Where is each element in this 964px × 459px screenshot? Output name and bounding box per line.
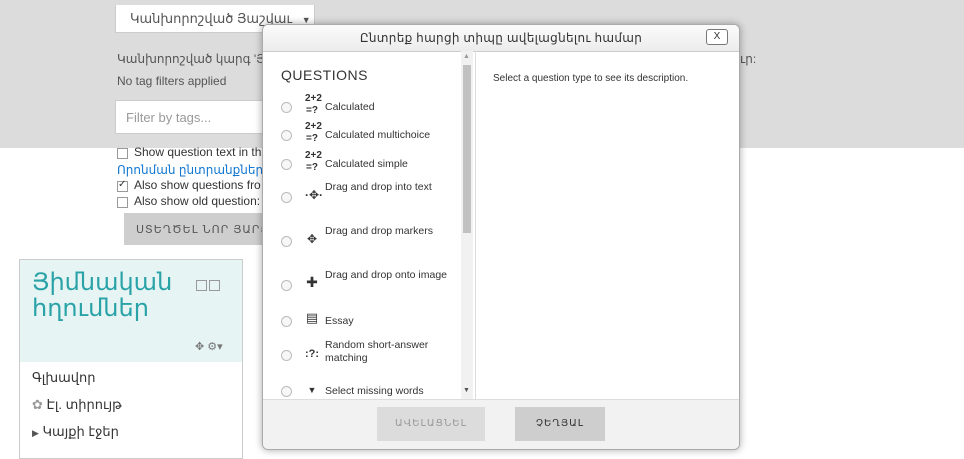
label-calculated: Calculated — [325, 101, 375, 113]
nav-item-home[interactable]: Գլխավոր — [32, 370, 95, 386]
nav-item-mail[interactable]: ✿ Էլ. տիրույթ — [32, 397, 122, 413]
nav-item-site-pages[interactable]: ▶ Կայքի էջեր — [32, 424, 119, 440]
question-list-scrollbar[interactable]: ▲ ▼ — [461, 51, 473, 399]
question-type-ddwtos[interactable]: ·✥· Drag and drop into text — [263, 177, 461, 217]
scroll-up-icon[interactable]: ▲ — [463, 53, 470, 60]
radio-essay[interactable] — [281, 316, 292, 327]
question-type-dialog: Ընտրեք հարցի տիպը ավելացնելու համար X QU… — [262, 24, 740, 450]
triangle-right-icon: ▶ — [32, 428, 39, 438]
also-show-old-checkbox[interactable] — [117, 197, 128, 208]
drag-drop-image-icon: ✚ — [306, 274, 318, 290]
label-calculated-multichoice: Calculated multichoice — [325, 129, 431, 141]
question-type-list: QUESTIONS 2+2 =? Calculated 2+2 =? Calcula… — [263, 51, 476, 399]
calculated-multichoice-icon: 2+2 =? — [305, 121, 322, 144]
tag-filter-status: No tag filters applied — [117, 74, 227, 88]
block-title: Յիմնական հղումներ — [32, 269, 173, 322]
questions-heading: QUESTIONS — [281, 67, 368, 83]
radio-calculated-simple[interactable] — [281, 159, 292, 170]
puzzle-icon: ✿ — [32, 397, 43, 412]
also-show-from-checkbox[interactable] — [117, 179, 128, 192]
label-essay: Essay — [325, 315, 354, 327]
nav-item-mail-label: Էլ. տիրույթ — [46, 397, 122, 412]
dialog-title: Ընտրեք հարցի տիպը ավելացնելու համար — [359, 31, 643, 45]
category-note: Կանխորոշված կարգ 'Յա — [117, 52, 277, 66]
search-options-link[interactable]: Որոնման ընտրանքներ ▾ — [117, 163, 272, 177]
question-type-calculated-multichoice[interactable]: 2+2 =? Calculated multichoice — [263, 121, 461, 147]
essay-icon: ▤ — [305, 310, 319, 325]
question-type-gapselect[interactable]: ▼ Select missing words — [263, 379, 461, 399]
drag-drop-text-icon: ·✥· — [305, 188, 324, 202]
question-type-randomsamatch[interactable]: :?: Random short-answer matching — [263, 335, 461, 375]
question-type-essay[interactable]: ▤ Essay — [263, 309, 461, 333]
calculated-icon: 2+2 =? — [305, 93, 322, 116]
also-show-from-label: Also show questions fro — [134, 178, 261, 192]
cancel-button[interactable]: ՉԵՂՅԱԼ — [515, 407, 605, 441]
close-button[interactable]: X — [706, 29, 728, 45]
right-fragment: ւր: — [740, 52, 757, 66]
label-calculated-simple: Calculated simple — [325, 158, 408, 170]
navigation-block: Յիմնական հղումներ ✥ ⚙▾ Գլխավոր ✿ Էլ. տիր… — [19, 259, 243, 459]
label-gapselect: Select missing words — [325, 385, 424, 397]
drag-drop-markers-icon: ✥ — [306, 232, 318, 246]
tag-filter-placeholder: Filter by tags... — [126, 110, 212, 125]
radio-ddimageortext[interactable] — [281, 280, 292, 291]
nav-item-site-pages-label: Կայքի էջեր — [42, 424, 119, 439]
create-question-button[interactable]: ՍՏԵՂԾԵԼ ՆՈՐ ՅԱՐՑ . — [124, 213, 277, 245]
also-show-old-label: Also show old question: — [134, 194, 261, 208]
block-controls — [196, 280, 222, 294]
random-matching-icon: :?: — [305, 348, 320, 360]
select-missing-words-icon: ▼ — [307, 385, 317, 395]
scroll-down-icon[interactable]: ▼ — [463, 387, 470, 394]
show-text-label: Show question text in th — [134, 145, 262, 159]
radio-ddwtos[interactable] — [281, 192, 292, 203]
question-type-calculated[interactable]: 2+2 =? Calculated — [263, 93, 461, 119]
calculated-simple-icon: 2+2 =? — [305, 150, 322, 173]
radio-randomsamatch[interactable] — [281, 350, 292, 361]
add-button[interactable]: ԱՎԵԼԱՑՆԵԼ — [377, 407, 485, 441]
collapse-icon[interactable] — [196, 280, 207, 291]
question-type-ddimageortext[interactable]: ✚ Drag and drop onto image — [263, 265, 461, 305]
radio-gapselect[interactable] — [281, 386, 292, 397]
label-ddimageortext: Drag and drop onto image — [325, 269, 447, 281]
radio-calculated[interactable] — [281, 102, 292, 113]
move-icon[interactable]: ✥ ⚙▾ — [195, 340, 223, 353]
dialog-header: Ընտրեք հարցի տիպը ավելացնելու համար X — [263, 25, 739, 52]
label-ddmarker: Drag and drop markers — [325, 225, 433, 237]
label-ddwtos: Drag and drop into text — [325, 181, 432, 193]
question-type-ddmarker[interactable]: ✥ Drag and drop markers — [263, 221, 461, 261]
scroll-thumb[interactable] — [463, 65, 471, 233]
block-header: Յիմնական հղումներ ✥ ⚙▾ — [20, 260, 242, 362]
label-randomsamatch: Random short-answer matching — [325, 339, 429, 364]
question-type-calculated-simple[interactable]: 2+2 =? Calculated simple — [263, 150, 461, 176]
dialog-footer: ԱՎԵԼԱՑՆԵԼ ՉԵՂՅԱԼ — [263, 399, 739, 449]
dock-icon[interactable] — [209, 280, 220, 291]
question-type-description: Select a question type to see its descri… — [493, 73, 689, 84]
radio-ddmarker[interactable] — [281, 236, 292, 247]
radio-calculated-multichoice[interactable] — [281, 130, 292, 141]
show-text-checkbox[interactable] — [117, 148, 128, 159]
